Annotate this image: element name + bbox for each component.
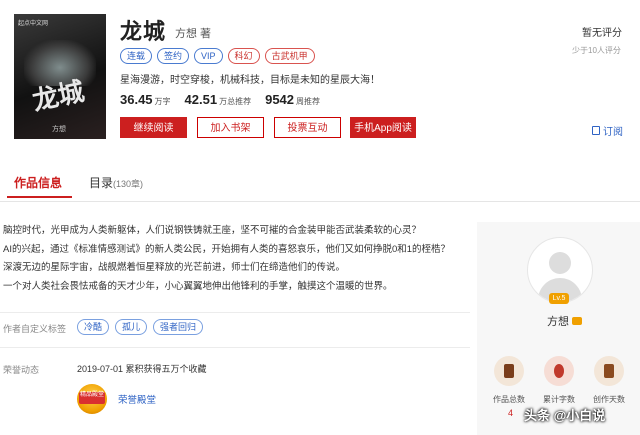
book-title: 龙城: [120, 19, 167, 44]
subscribe-link[interactable]: 订阅: [592, 123, 623, 138]
book-stats: 36.45 万字 42.51 万总推荐 9542 周推荐: [120, 92, 334, 107]
author-name-row[interactable]: 方想: [547, 313, 582, 329]
custom-tags: 冷酷 孤儿 强者回归: [77, 319, 204, 335]
custom-tag[interactable]: 冷酷: [77, 319, 110, 335]
works-count: 4: [508, 408, 514, 418]
app-reading-button[interactable]: 手机App阅读: [350, 117, 416, 138]
book-cover[interactable]: 起点中文网 龙城 方想: [14, 14, 106, 139]
document-icon: [592, 126, 600, 135]
watermark: 头条 @小白说: [524, 408, 606, 423]
book-description: 脑控时代，光甲成为人类新躯体，人们说钢铁铸就王座，坚不可摧的合金装甲能否武装柔软…: [3, 222, 458, 296]
tag-genre[interactable]: 科幻: [227, 48, 260, 64]
subscribe-label: 订阅: [603, 127, 623, 138]
add-to-shelf-button[interactable]: 加入书架: [197, 117, 264, 138]
works-label: 作品总数: [493, 395, 525, 404]
divider: [0, 312, 470, 313]
tab-catalog[interactable]: 目录(130章): [89, 174, 143, 191]
cover-publisher: 起点中文网: [18, 21, 49, 27]
custom-tag[interactable]: 孤儿: [115, 319, 148, 335]
medal-icon: 精品殿堂: [77, 384, 107, 414]
weekly-recommend: 9542: [265, 92, 295, 107]
medal-text: 精品殿堂: [79, 392, 105, 404]
author-level-badge: Lv.5: [549, 293, 569, 304]
tab-book-info[interactable]: 作品信息: [14, 174, 62, 191]
tag-signed: 签约: [157, 48, 190, 64]
tab-catalog-label: 目录: [89, 176, 114, 190]
rating-count: 少于10人评分: [572, 46, 621, 55]
wordcount-icon: [544, 356, 574, 386]
word-count: 36.45: [120, 92, 153, 107]
description-line: 深渡无边的星际宇宙，战舰燃着恒星释放的光芒前进，师士们在缔造他们的传说。: [3, 262, 346, 273]
works-icon: [494, 356, 524, 386]
cover-author: 方想: [52, 126, 66, 133]
custom-tags-label: 作者自定义标签: [3, 324, 67, 334]
author-name: 方想: [547, 316, 569, 328]
total-recommend: 42.51: [184, 92, 218, 107]
continue-reading-button[interactable]: 继续阅读: [120, 117, 187, 138]
avatar-head: [549, 252, 571, 274]
description-line: AI的兴起，通过《标准情感测试》的新人类公民，开始拥有人类的喜怒哀乐，他们又如何…: [3, 243, 451, 255]
book-tags: 连载 签约 VIP 科幻 古武机甲: [120, 48, 315, 64]
rating-text: 暂无评分: [582, 28, 622, 39]
word-count-unit: 万字: [154, 97, 171, 106]
vote-button[interactable]: 投票互动: [274, 117, 341, 138]
custom-tag[interactable]: 强者回归: [153, 319, 204, 335]
description-line: 脑控时代，光甲成为人类新躯体，人们说钢铁铸就王座，坚不可摧的合金装甲能否武装柔软…: [3, 225, 422, 236]
divider: [0, 347, 470, 348]
wordcount-label: 累计字数: [543, 395, 575, 404]
book-author[interactable]: 方想 著: [175, 25, 211, 41]
total-recommend-unit: 万总推荐: [219, 97, 252, 106]
tag-status: 连载: [120, 48, 153, 64]
honor-hall-link[interactable]: 荣誉殿堂: [118, 392, 156, 406]
honor-label: 荣誉动态: [3, 365, 40, 375]
chapter-count: (130章): [113, 179, 144, 189]
description-line: 一个对人类社会畏怯戒备的天才少年，小心翼翼地伸出他锋利的手掌，触摸这个温暖的世界…: [3, 280, 393, 292]
weekly-recommend-unit: 周推荐: [296, 97, 321, 106]
days-icon: [594, 356, 624, 386]
honor-entry: 2019-07-01 累积获得五万个收藏: [77, 364, 207, 374]
tag-vip: VIP: [194, 48, 223, 64]
tag-subgenre[interactable]: 古武机甲: [264, 48, 315, 64]
active-tab-indicator: [7, 196, 72, 198]
crown-icon: [572, 317, 582, 325]
days-label: 创作天数: [593, 395, 625, 404]
book-intro: 星海漫游，时空穿梭，机械科技，目标是未知的星辰大海！: [120, 75, 380, 86]
